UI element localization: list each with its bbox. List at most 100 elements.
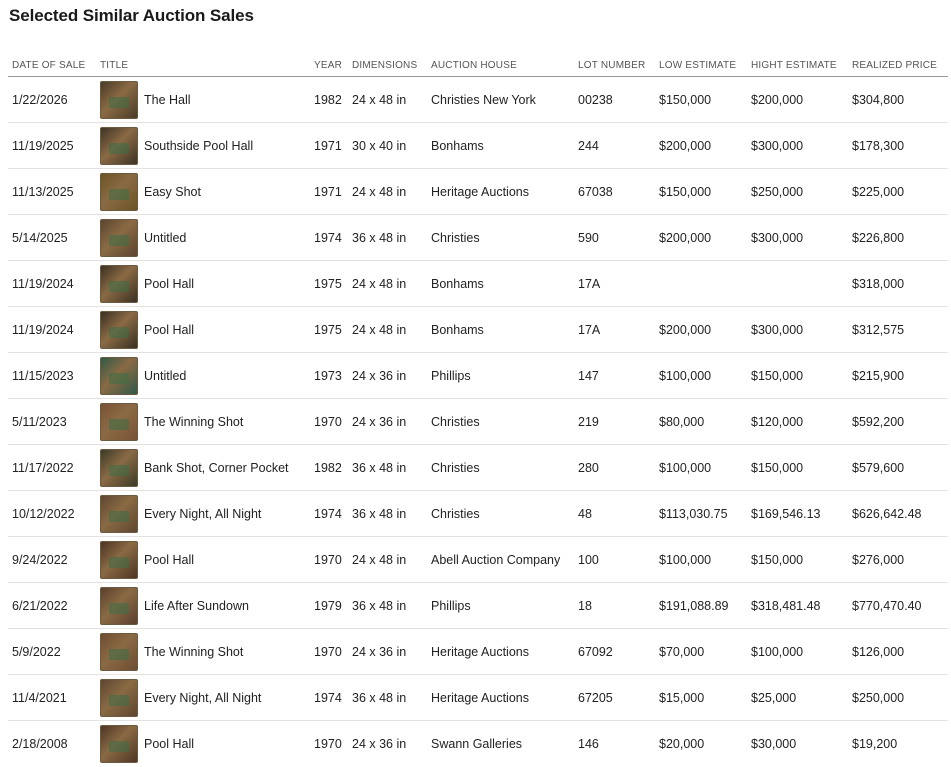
artwork-thumbnail[interactable]: [100, 80, 138, 119]
title-cell: Easy Shot: [96, 168, 310, 215]
artwork-thumbnail[interactable]: [100, 586, 138, 625]
table-row[interactable]: 11/19/2024 Pool Hall 1975 24 x 48 in Bonhams…: [8, 306, 948, 353]
sale-date-cell: 10/12/2022: [8, 490, 96, 537]
realized-price-cell: $19,200: [852, 736, 898, 751]
artwork-title-link[interactable]: Life After Sundown: [144, 599, 249, 613]
artwork-title-group[interactable]: Southside Pool Hall: [100, 126, 310, 165]
lot-number-cell: 147: [574, 352, 655, 399]
dimensions-cell: 24 x 36 in: [348, 398, 427, 445]
artwork-thumbnail[interactable]: [100, 402, 138, 441]
artwork-title-group[interactable]: Every Night, All Night: [100, 494, 310, 533]
artwork-thumbnail[interactable]: [100, 126, 138, 165]
artwork-title-link[interactable]: Untitled: [144, 369, 186, 383]
artwork-title-link[interactable]: Easy Shot: [144, 185, 201, 199]
table-row[interactable]: 5/11/2023 The Winning Shot 1970 24 x 36 in C…: [8, 398, 948, 445]
column-header-auction-house[interactable]: AUCTION HOUSE: [427, 54, 574, 77]
artwork-title-link[interactable]: Pool Hall: [144, 323, 194, 337]
high-estimate-cell: $120,000: [747, 398, 848, 445]
low-estimate-cell: $191,088.89: [655, 582, 747, 629]
auction-house-cell: Swann Galleries: [431, 736, 523, 751]
low-estimate-cell: $100,000: [655, 444, 747, 491]
table-row[interactable]: 6/21/2022 Life After Sundown 1979 36 x 48 i…: [8, 582, 948, 629]
artwork-title-link[interactable]: Southside Pool Hall: [144, 139, 253, 153]
auction-house-cell: Christies: [427, 490, 574, 537]
artwork-title-link[interactable]: The Hall: [144, 93, 191, 107]
column-header-title[interactable]: TITLE: [96, 54, 310, 77]
artwork-thumbnail[interactable]: [100, 218, 138, 257]
artwork-title-group[interactable]: The Hall: [100, 80, 310, 119]
lot-number-cell: 219: [574, 398, 655, 445]
year-cell: 1973: [310, 352, 348, 399]
table-row[interactable]: 11/19/2025 Southside Pool Hall 1971 30 x 40…: [8, 122, 948, 169]
high-estimate-cell: $150,000: [747, 352, 848, 399]
artwork-title-group[interactable]: Untitled: [100, 356, 310, 395]
table-row[interactable]: 10/12/2022 Every Night, All Night 1974 36 x…: [8, 490, 948, 537]
realized-price-cell: $304,800: [848, 76, 948, 123]
realized-price-cell: $226,800: [848, 214, 948, 261]
realized-price-cell: $770,470.40: [848, 582, 948, 629]
artwork-title-link[interactable]: Every Night, All Night: [144, 507, 261, 521]
year-cell: 1970: [310, 398, 348, 445]
artwork-title-link[interactable]: The Winning Shot: [144, 645, 243, 659]
artwork-thumbnail[interactable]: [100, 264, 138, 303]
artwork-thumbnail[interactable]: [100, 448, 138, 487]
column-header-dimensions[interactable]: DIMENSIONS: [348, 54, 427, 77]
artwork-thumbnail[interactable]: [100, 172, 138, 211]
year-cell: 1975: [310, 306, 348, 353]
table-row[interactable]: 11/17/2022 Bank Shot, Corner Pocket 1982 36…: [8, 444, 948, 491]
column-header-low-estimate[interactable]: LOW ESTIMATE: [655, 54, 747, 77]
artwork-title-group[interactable]: Pool Hall: [100, 310, 310, 349]
artwork-thumbnail[interactable]: [100, 540, 138, 579]
artwork-thumbnail[interactable]: [100, 494, 138, 533]
table-row[interactable]: 11/15/2023 Untitled 1973 24 x 36 in Phillips…: [8, 352, 948, 399]
low-estimate-cell: $150,000: [655, 168, 747, 215]
artwork-thumbnail[interactable]: [100, 678, 138, 717]
table-row[interactable]: 5/14/2025 Untitled 1974 36 x 48 in Christies…: [8, 214, 948, 261]
artwork-title-link[interactable]: Pool Hall: [144, 553, 194, 567]
auction-house-cell: Bonhams: [427, 306, 574, 353]
artwork-thumbnail[interactable]: [100, 356, 138, 395]
column-header-lot-number[interactable]: LOT NUMBER: [574, 54, 655, 77]
artwork-title-group[interactable]: The Winning Shot: [100, 402, 310, 441]
artwork-thumbnail[interactable]: [100, 724, 138, 763]
year-cell: 1975: [310, 260, 348, 307]
auction-house-cell: Christies New York: [427, 76, 574, 123]
artwork-title-link[interactable]: Bank Shot, Corner Pocket: [144, 461, 289, 475]
sale-date-cell: 6/21/2022: [8, 582, 96, 629]
realized-price-cell: $318,000: [848, 260, 948, 307]
column-header-realized-price[interactable]: REALIZED PRICE: [848, 54, 948, 77]
artwork-thumbnail[interactable]: [100, 632, 138, 671]
low-estimate-cell: $70,000: [655, 628, 747, 675]
table-row[interactable]: 1/22/2026 The Hall 1982 24 x 48 in Christies…: [8, 76, 948, 123]
artwork-title-link[interactable]: The Winning Shot: [144, 415, 243, 429]
low-estimate-cell: $100,000: [655, 352, 747, 399]
artwork-title-group[interactable]: Every Night, All Night: [100, 678, 310, 717]
page-title: Selected Similar Auction Sales: [9, 6, 254, 25]
title-cell: Pool Hall: [96, 306, 310, 353]
table-row[interactable]: 2/18/2008 Pool Hall 1970 24 x 36 in Swann Ga…: [8, 721, 948, 767]
artwork-title-group[interactable]: Life After Sundown: [100, 586, 310, 625]
lot-number-cell: 67092: [574, 628, 655, 675]
artwork-title-group[interactable]: Easy Shot: [100, 172, 310, 211]
artwork-title-group[interactable]: Pool Hall: [100, 264, 310, 303]
artwork-thumbnail[interactable]: [100, 310, 138, 349]
column-header-year[interactable]: YEAR: [310, 54, 348, 77]
artwork-title-link[interactable]: Pool Hall: [144, 277, 194, 291]
artwork-title-group[interactable]: Bank Shot, Corner Pocket: [100, 448, 310, 487]
artwork-title-group[interactable]: Pool Hall: [100, 540, 310, 579]
artwork-title-link[interactable]: Pool Hall: [144, 737, 194, 751]
column-header-high-estimate[interactable]: HIGHT ESTIMATE: [747, 54, 848, 77]
artwork-title-link[interactable]: Untitled: [144, 231, 186, 245]
table-row[interactable]: 5/9/2022 The Winning Shot 1970 24 x 36 in He…: [8, 628, 948, 675]
table-row[interactable]: 11/13/2025 Easy Shot 1971 24 x 48 in Heritag…: [8, 168, 948, 215]
table-row[interactable]: 11/4/2021 Every Night, All Night 1974 36 x …: [8, 674, 948, 721]
auction-house-cell: Phillips: [427, 352, 574, 399]
artwork-title-group[interactable]: The Winning Shot: [100, 632, 310, 671]
table-row[interactable]: 9/24/2022 Pool Hall 1970 24 x 48 in Abell Au…: [8, 536, 948, 583]
realized-price-cell: $250,000: [848, 674, 948, 721]
artwork-title-group[interactable]: Pool Hall: [100, 724, 310, 763]
artwork-title-group[interactable]: Untitled: [100, 218, 310, 257]
column-header-date[interactable]: DATE OF SALE: [8, 54, 96, 77]
table-row[interactable]: 11/19/2024 Pool Hall 1975 24 x 48 in Bonhams…: [8, 260, 948, 307]
artwork-title-link[interactable]: Every Night, All Night: [144, 691, 261, 705]
